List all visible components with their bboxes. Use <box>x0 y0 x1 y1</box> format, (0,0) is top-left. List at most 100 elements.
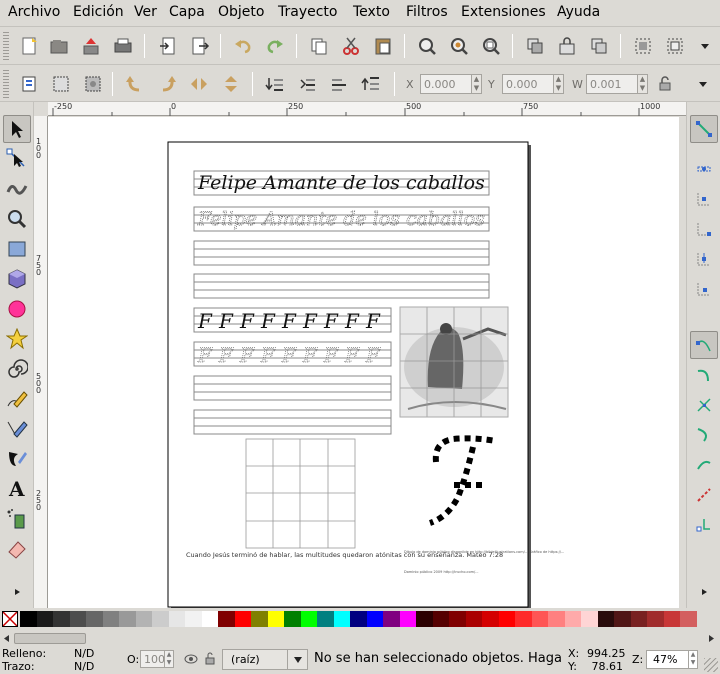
opacity-spinner[interactable]: ▲ ▼ <box>164 651 173 667</box>
color-swatch[interactable] <box>383 611 400 627</box>
ungroup-icon[interactable] <box>662 33 688 59</box>
rotate-ccw-icon[interactable] <box>122 71 148 97</box>
tweak-tool[interactable] <box>3 175 31 203</box>
color-swatch[interactable] <box>581 611 598 627</box>
color-swatch[interactable] <box>267 611 284 627</box>
color-swatch[interactable] <box>284 611 301 627</box>
zoom-selection-icon[interactable] <box>414 33 440 59</box>
color-swatch[interactable] <box>168 611 185 627</box>
color-swatch[interactable] <box>234 611 251 627</box>
color-swatch[interactable] <box>465 611 482 627</box>
layer-visibility-icon[interactable] <box>184 652 198 669</box>
drawing-canvas[interactable]: Felipe Amante de los caballos Felipe Ama… <box>48 117 679 608</box>
snap-paths-button[interactable] <box>690 361 718 389</box>
color-swatch[interactable] <box>680 611 697 627</box>
snap-bbox-centers-button[interactable] <box>690 275 718 303</box>
color-swatch[interactable] <box>597 611 614 627</box>
clone-icon[interactable] <box>554 33 580 59</box>
color-swatch[interactable] <box>152 611 169 627</box>
color-swatch[interactable] <box>350 611 367 627</box>
color-swatch[interactable] <box>614 611 631 627</box>
color-swatch[interactable] <box>482 611 499 627</box>
zoom-page-icon[interactable] <box>478 33 504 59</box>
snap-nodes-button[interactable] <box>690 331 718 359</box>
y-input[interactable]: 0.000 <box>502 74 554 94</box>
color-swatch[interactable] <box>366 611 383 627</box>
lower-icon[interactable] <box>294 71 320 97</box>
x-spinner[interactable]: ▲ ▼ <box>472 74 482 94</box>
menu-edicion[interactable]: Edición <box>73 4 124 20</box>
color-swatch[interactable] <box>564 611 581 627</box>
snap-midpoints-button[interactable] <box>690 481 718 509</box>
selector-tool[interactable] <box>3 115 31 143</box>
raise-icon[interactable] <box>326 71 352 97</box>
menu-filtros[interactable]: Filtros <box>406 4 448 20</box>
menu-trayecto[interactable]: Trayecto <box>278 4 337 20</box>
group-icon[interactable] <box>630 33 656 59</box>
color-swatch[interactable] <box>86 611 103 627</box>
raise-to-top-icon[interactable] <box>358 71 384 97</box>
snap-centers-button[interactable] <box>690 511 718 539</box>
snap-bbox-edges-button[interactable] <box>690 185 718 213</box>
snap-bbox-button[interactable] <box>690 155 718 183</box>
undo-icon[interactable] <box>230 33 256 59</box>
x-input[interactable]: 0.000 <box>420 74 472 94</box>
select-all-icon[interactable] <box>16 71 42 97</box>
menu-capa[interactable]: Capa <box>169 4 205 20</box>
scroll-thumb[interactable] <box>14 633 86 644</box>
color-swatch[interactable] <box>399 611 416 627</box>
unlink-clone-icon[interactable] <box>586 33 612 59</box>
toolbar-overflow-icon[interactable] <box>690 71 716 97</box>
color-swatch[interactable] <box>135 611 152 627</box>
scroll-left-arrow[interactable] <box>2 633 12 644</box>
node-editor-tool[interactable] <box>3 145 31 173</box>
menu-objeto[interactable]: Objeto <box>218 4 264 20</box>
color-swatch[interactable] <box>251 611 268 627</box>
color-swatch[interactable] <box>531 611 548 627</box>
zoom-spinner[interactable]: ▲ ▼ <box>688 651 697 668</box>
text-tool[interactable]: A <box>3 475 31 503</box>
star-tool[interactable] <box>3 325 31 353</box>
duplicate-icon[interactable] <box>522 33 548 59</box>
menu-ayuda[interactable]: Ayuda <box>557 4 600 20</box>
3d-box-tool[interactable] <box>3 265 31 293</box>
opacity-field[interactable]: 100 ▲ ▼ <box>140 650 174 668</box>
toolbar-grip[interactable] <box>3 32 9 60</box>
no-paint-swatch[interactable] <box>2 611 18 627</box>
x-coordinate-field[interactable]: X 0.000 ▲ ▼ <box>406 74 482 94</box>
menu-extensiones[interactable]: Extensiones <box>461 4 546 20</box>
menu-ver[interactable]: Ver <box>134 4 157 20</box>
ellipse-tool[interactable] <box>3 295 31 323</box>
color-swatch[interactable] <box>20 611 37 627</box>
paste-icon[interactable] <box>370 33 396 59</box>
menu-archivo[interactable]: Archivo <box>8 4 60 20</box>
color-swatch[interactable] <box>53 611 70 627</box>
toolbox-more-icon[interactable] <box>3 578 31 606</box>
deselect-icon[interactable] <box>80 71 106 97</box>
color-swatch[interactable] <box>317 611 334 627</box>
color-swatch[interactable] <box>432 611 449 627</box>
color-swatch[interactable] <box>185 611 202 627</box>
resize-grip[interactable] <box>704 658 718 672</box>
color-swatch[interactable] <box>201 611 218 627</box>
stroke-value[interactable]: N/D <box>74 660 94 673</box>
zoom-drawing-icon[interactable] <box>446 33 472 59</box>
color-swatch[interactable] <box>449 611 466 627</box>
toolbar-overflow-icon[interactable] <box>692 33 718 59</box>
select-all-layers-icon[interactable] <box>48 71 74 97</box>
rectangle-tool[interactable] <box>3 235 31 263</box>
pen-tool[interactable] <box>3 415 31 443</box>
layer-lock-icon[interactable] <box>203 652 217 669</box>
color-swatch[interactable] <box>36 611 53 627</box>
eraser-tool[interactable] <box>3 535 31 563</box>
cut-icon[interactable] <box>338 33 364 59</box>
fill-value[interactable]: N/D <box>74 647 94 660</box>
color-swatch[interactable] <box>333 611 350 627</box>
snap-bbox-corners-button[interactable] <box>690 215 718 243</box>
w-input[interactable]: 0.001 <box>586 74 638 94</box>
print-icon[interactable] <box>110 33 136 59</box>
color-swatch[interactable] <box>548 611 565 627</box>
color-swatch[interactable] <box>300 611 317 627</box>
export-icon[interactable] <box>187 33 213 59</box>
layer-dropdown[interactable]: (raíz) <box>222 649 308 670</box>
